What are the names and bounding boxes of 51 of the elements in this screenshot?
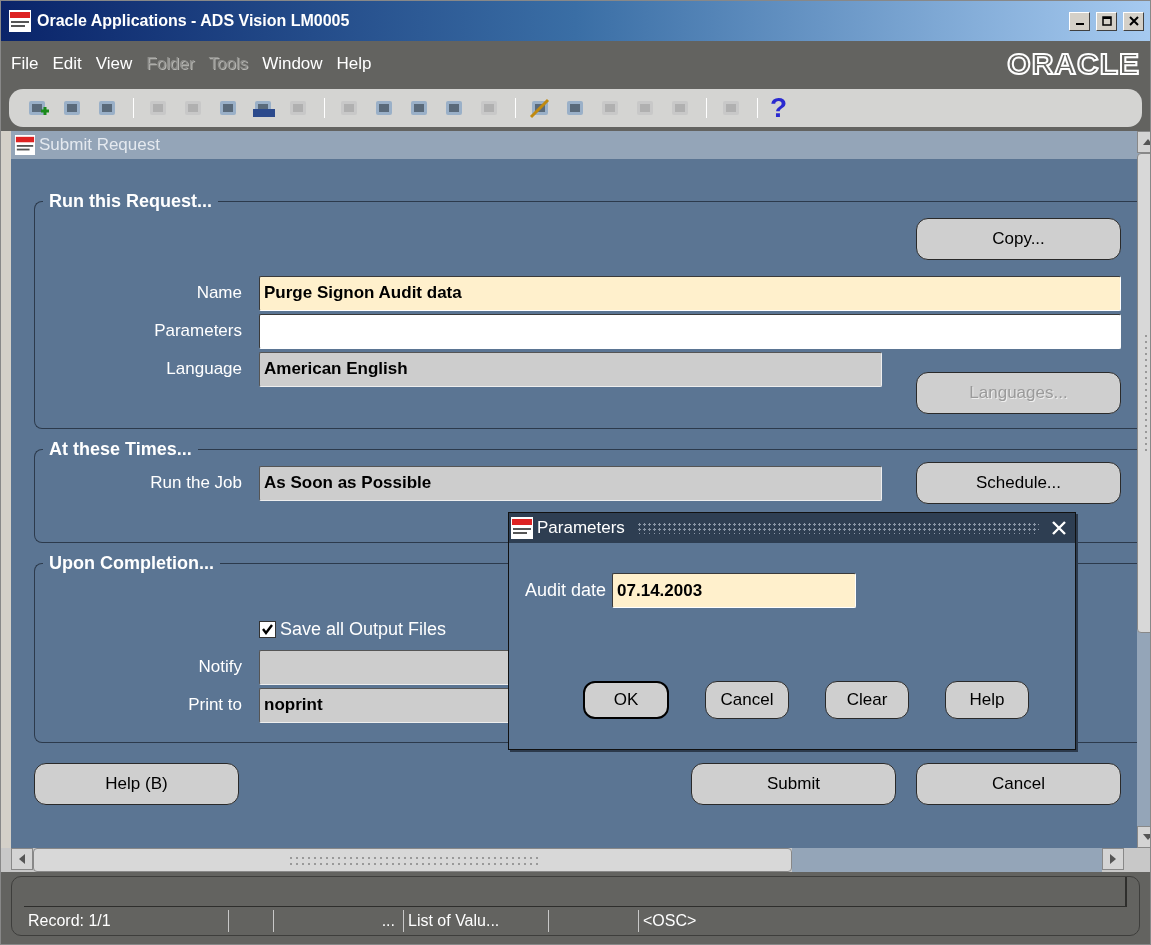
menu-item[interactable]: Window [262, 54, 323, 74]
help-button[interactable]: Help (B) [34, 763, 239, 805]
field-label: Name [195, 283, 242, 303]
oracle-logo-icon [511, 517, 533, 539]
field-label: Audit date [525, 580, 607, 601]
date-field[interactable]: 07.14.2003 [612, 573, 857, 608]
menu-item[interactable]: Help [336, 54, 372, 74]
section-title: At these Times... [48, 439, 193, 460]
schedule-button[interactable]: Schedule... [916, 462, 1121, 504]
text-field[interactable]: Purge Signon Audit data [259, 275, 1121, 311]
field-label: Language [165, 359, 242, 379]
brand-logo: ORACLE [1007, 47, 1140, 81]
maximize-icon [1101, 16, 1112, 26]
status-text: ... [381, 912, 395, 930]
status-text: List of Valu... [408, 912, 500, 930]
field-label: Notify [197, 657, 242, 677]
minimize-icon [1075, 23, 1084, 25]
maximize-button[interactable] [1096, 11, 1117, 31]
dialog-button[interactable]: OK [583, 681, 669, 719]
dialog-button[interactable]: Help [945, 681, 1029, 719]
copy-button[interactable]: Copy... [916, 218, 1121, 260]
close-icon [1128, 16, 1139, 26]
section-title: Upon Completion... [48, 553, 215, 574]
field-label: Print to [187, 695, 242, 715]
minimize-button[interactable] [1069, 11, 1090, 31]
form-title: Submit Request [39, 135, 160, 155]
status-text: <OSC> [643, 912, 697, 930]
checkbox[interactable] [259, 620, 276, 638]
menu-item[interactable]: Edit [52, 54, 82, 74]
oracle-logo-icon [9, 10, 31, 32]
dialog-button[interactable]: Cancel [705, 681, 789, 719]
help-icon[interactable]: ? [770, 94, 788, 122]
field-label: Parameters [153, 321, 242, 341]
cancel-button[interactable]: Cancel [916, 763, 1121, 805]
close-icon[interactable] [1051, 520, 1067, 536]
close-button[interactable] [1123, 11, 1144, 31]
submit-button[interactable]: Submit [691, 763, 896, 805]
menu-item[interactable]: File [11, 54, 39, 74]
status-text: Record: 1/1 [28, 912, 111, 930]
field-label: Run the Job [149, 473, 242, 493]
text-field[interactable] [259, 313, 1121, 349]
scrollbar-thumb[interactable] [33, 848, 792, 872]
section-title: Run this Request... [48, 191, 213, 212]
dialog-button[interactable]: Clear [825, 681, 909, 719]
oracle-logo-icon [15, 135, 35, 155]
text-field[interactable]: American English [259, 351, 882, 387]
text-field[interactable]: As Soon as Possible [259, 465, 882, 501]
dialog-title: Parameters [537, 518, 625, 538]
checkbox-label: Save all Output Files [280, 618, 447, 640]
window-title: Oracle Applications - ADS Vision LM0005 [37, 12, 351, 30]
menu-item[interactable]: View [95, 54, 133, 74]
